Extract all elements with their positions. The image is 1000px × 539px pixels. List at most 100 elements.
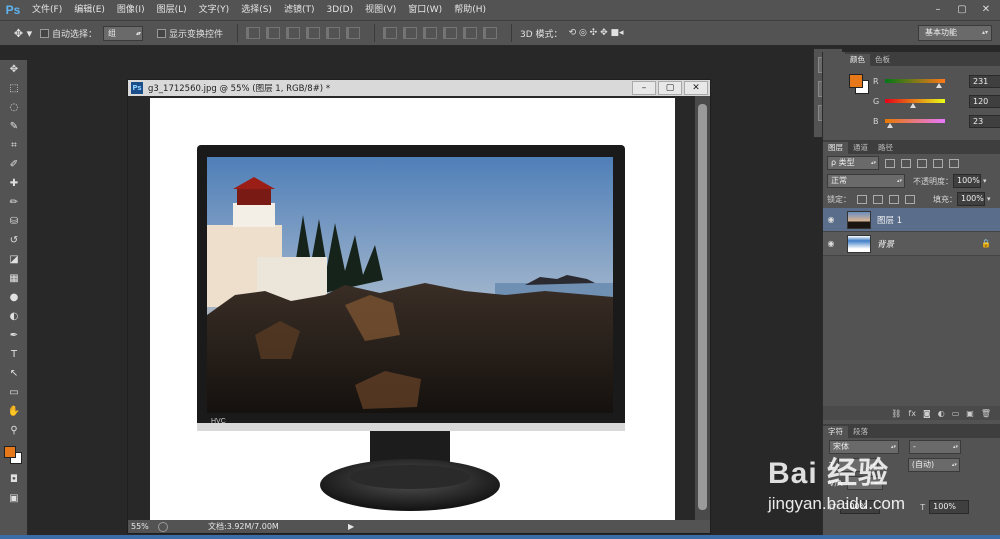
smart-filter-icon[interactable] <box>949 158 959 168</box>
eraser-tool-icon[interactable]: ◪ <box>0 250 28 269</box>
foreground-color-swatch[interactable] <box>849 74 863 88</box>
green-value-input[interactable]: 120 <box>969 94 1000 108</box>
3d-rotate-icon[interactable]: ⟲ ◎ ✣ ✥ ■◂ <box>569 28 624 38</box>
menu-view[interactable]: 视图(V) <box>359 0 402 20</box>
tab-color[interactable]: 颜色 <box>845 54 870 66</box>
tab-character[interactable]: 字符 <box>823 426 848 438</box>
tab-channels[interactable]: 通道 <box>848 142 873 154</box>
eyedropper-tool-icon[interactable]: ✐ <box>0 155 28 174</box>
crop-tool-icon[interactable]: ⌗ <box>0 136 28 155</box>
marquee-tool-icon[interactable]: ⬚ <box>0 79 28 98</box>
align-hcenter-icon[interactable] <box>326 27 341 39</box>
tab-layers[interactable]: 图层 <box>823 142 848 154</box>
blue-value-input[interactable]: 23 <box>969 114 1000 128</box>
menu-image[interactable]: 图像(I) <box>111 0 151 20</box>
distribute-left-icon[interactable] <box>443 27 458 39</box>
dodge-tool-icon[interactable]: ◐ <box>0 307 28 326</box>
status-menu-arrow-icon[interactable]: ▶ <box>348 522 354 531</box>
doc-maximize-button[interactable]: ▢ <box>658 81 682 95</box>
shape-filter-icon[interactable] <box>933 158 943 168</box>
vertical-scale-input[interactable]: 100% <box>840 500 881 514</box>
chevron-down-icon[interactable]: ▾ <box>987 195 991 203</box>
layer-name[interactable]: 背景 <box>877 238 894 250</box>
folder-icon[interactable]: ▭ <box>952 409 960 418</box>
maximize-button[interactable]: ▢ <box>952 2 972 18</box>
menu-filter[interactable]: 滤镜(T) <box>278 0 321 20</box>
green-slider[interactable] <box>885 99 945 108</box>
link-icon[interactable]: ⛓ <box>891 409 901 418</box>
type-tool-icon[interactable]: T <box>0 345 28 364</box>
lock-position-icon[interactable] <box>889 194 899 204</box>
chevron-down-icon[interactable]: ▾ <box>983 177 987 185</box>
doc-minimize-button[interactable]: – <box>632 81 656 95</box>
red-value-input[interactable]: 231 <box>969 74 1000 88</box>
doc-close-button[interactable]: ✕ <box>684 81 708 95</box>
menu-select[interactable]: 选择(S) <box>235 0 278 20</box>
leading-dropdown[interactable]: (自动) <box>907 458 960 472</box>
lock-all-icon[interactable] <box>905 194 915 204</box>
opacity-input[interactable]: 100% <box>953 174 981 188</box>
document-canvas[interactable]: HVC <box>150 98 675 522</box>
status-icon[interactable] <box>158 521 168 532</box>
vertical-scrollbar[interactable] <box>695 96 710 522</box>
distribute-vcenter-icon[interactable] <box>403 27 418 39</box>
minimize-button[interactable]: – <box>928 2 948 18</box>
layer-name[interactable]: 图层 1 <box>877 214 902 226</box>
type-filter-icon[interactable] <box>917 158 927 168</box>
canvas-area[interactable]: HVC <box>128 96 695 522</box>
menu-edit[interactable]: 编辑(E) <box>68 0 111 20</box>
blue-slider[interactable] <box>885 119 945 128</box>
fx-icon[interactable]: fx <box>908 409 916 418</box>
red-slider[interactable] <box>885 79 945 88</box>
blend-mode-dropdown[interactable]: 正常 <box>827 174 905 188</box>
rectangle-tool-icon[interactable]: ▭ <box>0 383 28 402</box>
menu-type[interactable]: 文字(Y) <box>193 0 236 20</box>
layer-row[interactable]: ◉ 背景 🔒 <box>823 232 1000 256</box>
document-titlebar[interactable]: Ps g3_1712560.jpg @ 55% (图层 1, RGB/8#) *… <box>128 80 710 96</box>
align-right-icon[interactable] <box>346 27 361 39</box>
pen-tool-icon[interactable]: ✒ <box>0 326 28 345</box>
horizontal-scale-input[interactable]: 100% <box>929 500 970 514</box>
eye-icon[interactable]: ◉ <box>823 239 839 248</box>
adjustment-icon[interactable]: ◐ <box>938 409 945 418</box>
trash-icon[interactable]: 🗑 <box>981 409 991 418</box>
font-family-dropdown[interactable]: 宋体 <box>829 440 899 454</box>
zoom-level[interactable]: 55% <box>128 522 158 531</box>
kerning-dropdown[interactable] <box>846 476 883 490</box>
gradient-tool-icon[interactable]: ▦ <box>0 269 28 288</box>
lasso-tool-icon[interactable]: ◌ <box>0 98 28 117</box>
close-button[interactable]: ✕ <box>976 2 996 18</box>
menu-window[interactable]: 窗口(W) <box>402 0 448 20</box>
move-tool-icon[interactable]: ✥ <box>0 60 28 79</box>
align-bottom-icon[interactable] <box>286 27 301 39</box>
zoom-tool-icon[interactable]: ⚲ <box>0 421 28 440</box>
menu-file[interactable]: 文件(F) <box>26 0 68 20</box>
tab-paragraph[interactable]: 段落 <box>848 426 873 438</box>
mask-icon[interactable]: ◙ <box>923 409 931 418</box>
align-left-icon[interactable] <box>306 27 321 39</box>
foreground-color-swatch[interactable] <box>4 446 16 458</box>
distribute-hcenter-icon[interactable] <box>463 27 478 39</box>
path-select-tool-icon[interactable]: ↖ <box>0 364 28 383</box>
adjustment-filter-icon[interactable] <box>901 158 911 168</box>
pixel-filter-icon[interactable] <box>885 158 895 168</box>
fill-input[interactable]: 100% <box>957 192 985 206</box>
auto-select-checkbox[interactable] <box>40 28 49 38</box>
layer-row[interactable]: ◉ 图层 1 <box>823 208 1000 232</box>
layer-filter-dropdown[interactable]: ρ 类型 <box>827 156 879 170</box>
distribute-right-icon[interactable] <box>483 27 498 39</box>
clone-stamp-tool-icon[interactable]: ⛁ <box>0 212 28 231</box>
history-brush-tool-icon[interactable]: ↺ <box>0 231 28 250</box>
workspace-dropdown[interactable]: 基本功能 <box>918 25 992 41</box>
quick-mask-icon[interactable]: ◘ <box>0 470 28 489</box>
align-vcenter-icon[interactable] <box>266 27 281 39</box>
eye-icon[interactable]: ◉ <box>823 215 839 224</box>
distribute-bottom-icon[interactable] <box>423 27 438 39</box>
hand-tool-icon[interactable]: ✋ <box>0 402 28 421</box>
tab-paths[interactable]: 路径 <box>873 142 898 154</box>
align-top-icon[interactable] <box>246 27 261 39</box>
new-layer-icon[interactable]: ▣ <box>966 409 974 418</box>
scrollbar-thumb[interactable] <box>698 104 707 510</box>
font-style-dropdown[interactable]: - <box>909 440 961 454</box>
lock-image-icon[interactable] <box>873 194 883 204</box>
